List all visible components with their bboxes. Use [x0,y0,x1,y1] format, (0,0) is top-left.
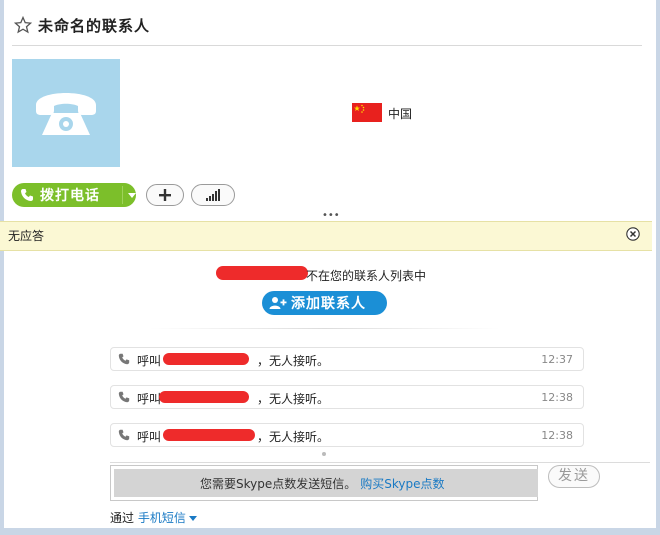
phone-icon [118,391,130,403]
call-log-prefix: 呼叫 [137,354,162,368]
call-button-label: 拨打电话 [40,188,100,204]
phone-icon [118,429,130,441]
call-quality-button[interactable] [191,184,235,206]
sms-credit-info: 您需要Skype点数发送短信。 [200,477,357,491]
chevron-down-icon[interactable] [128,193,136,198]
star-icon[interactable] [14,16,32,34]
call-log-time: 12:38 [541,391,573,404]
call-log-prefix: 呼叫 [137,392,162,406]
call-log-item: 呼叫 ，无人接听。 12:38 [110,385,584,409]
phone-icon [36,93,96,135]
redacted-name [159,391,249,403]
send-via: 通过 手机短信 [110,509,197,526]
plus-icon [159,189,171,201]
add-contact-label: 添加联系人 [291,296,366,312]
avatar [12,59,120,167]
not-in-contacts-text: 不在您的联系人列表中 [306,269,427,283]
compose-divider [110,462,650,463]
window-frame-right [656,0,660,535]
call-log-suffix: ，无人接听。 [257,354,330,368]
china-flag-icon [352,103,382,122]
add-contact-button[interactable]: 添加联系人 [262,291,387,315]
window-frame-bottom [0,528,660,535]
phone-icon [21,189,33,201]
redacted-name [216,266,308,280]
chevron-down-icon [188,516,197,521]
call-log-item: 呼叫 ，无人接听。 12:38 [110,423,584,447]
sms-credit-text: 您需要Skype点数发送短信。 购买Skype点数 [200,475,445,492]
close-icon[interactable] [626,227,640,241]
call-log-suffix: ，无人接听。 [257,392,330,406]
redacted-name [163,429,255,441]
call-log-item: 呼叫 ，无人接听。 12:37 [110,347,584,371]
call-log-time: 12:37 [541,353,573,366]
call-button[interactable]: 拨打电话 [12,183,136,207]
scroll-indicator [322,452,326,456]
more-dots-icon[interactable]: ••• [322,210,340,221]
redacted-name [163,353,249,365]
send-via-prefix: 通过 [110,511,135,525]
phone-icon [118,353,130,365]
flag-star-icon [354,104,365,113]
country-label: 中国 [388,107,413,121]
call-log-time: 12:38 [541,429,573,442]
header-divider [12,45,642,46]
contact-title: 未命名的联系人 [38,17,151,35]
signal-bars-icon [206,189,220,201]
window-frame-left [0,0,4,535]
add-user-icon [269,297,287,309]
send-via-sms-label: 手机短信 [137,511,186,525]
buy-credit-link[interactable]: 购买Skype点数 [360,477,444,491]
call-button-divider [122,186,123,204]
section-divider [150,328,500,329]
call-log-suffix: ，无人接听。 [257,430,330,444]
add-button[interactable] [146,184,184,206]
notice-text: 无应答 [8,229,45,243]
notice-bar [0,221,652,251]
send-via-sms-dropdown[interactable]: 手机短信 [138,511,197,525]
call-log-prefix: 呼叫 [137,430,162,444]
send-button[interactable]: 发送 [548,465,600,488]
